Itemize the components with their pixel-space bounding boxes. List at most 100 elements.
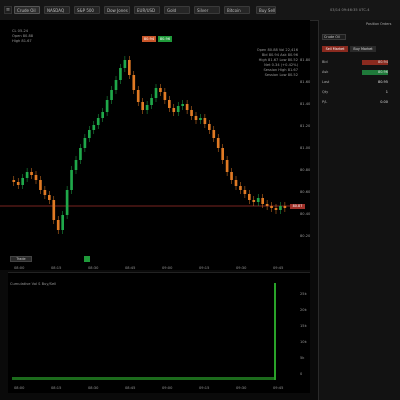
candle (265, 204, 269, 206)
indicator-axis-label: 25k (300, 292, 307, 296)
time-axis-label: 08:15 (51, 266, 62, 270)
sidebar-tab-orders[interactable]: Orders (380, 22, 394, 28)
candle (70, 170, 73, 190)
chart-info-1: Open 80.88 (12, 34, 34, 38)
indicator-time-label: 08:30 (88, 386, 99, 390)
candle (176, 106, 180, 112)
chart-right-info-2: High 81.67 Low 80.52 (258, 58, 298, 62)
sidebar-tab-position[interactable]: Position (366, 22, 379, 28)
tab-s-p-500[interactable]: S&P 500 (74, 6, 100, 14)
tab-crude-oil[interactable]: Crude Oil (14, 6, 40, 14)
candle (239, 186, 242, 190)
status-clock: 03/14 09:46:35 UTC-4 (330, 8, 370, 12)
candle (12, 180, 16, 182)
candle (225, 160, 229, 172)
buy-price-tag[interactable]: 80.96 (158, 36, 172, 42)
indicator-time-label: 08:45 (125, 386, 136, 390)
candle (172, 108, 176, 112)
indicator-axis-label: 20k (300, 308, 307, 312)
candle (163, 92, 167, 100)
time-axis-label: 09:00 (162, 266, 173, 270)
menu-icon[interactable]: ≡ (4, 6, 12, 14)
candle (74, 160, 78, 170)
indicator-time-label: 08:15 (51, 386, 62, 390)
sidebar-row-label: Ask (322, 70, 329, 74)
indicator-time-label: 09:00 (162, 386, 173, 390)
candle (168, 100, 171, 108)
buy-sell-tab[interactable]: Buy Sell (256, 6, 276, 14)
indicator-chart (12, 283, 276, 380)
candle (261, 198, 264, 204)
price-axis-label: 81.00 (300, 146, 311, 150)
time-axis-label: 09:30 (236, 266, 247, 270)
candle (21, 178, 24, 185)
chart-symbol: CL 05-24 (12, 29, 29, 33)
chart-right-info-1: Bid 80.94 Ask 80.96 (261, 53, 298, 57)
candle (283, 206, 287, 208)
current-price-tag: 80.87 (290, 204, 305, 209)
tab-nasdaq[interactable]: NASDAQ (44, 6, 70, 14)
candle (79, 148, 82, 160)
candle (203, 118, 207, 124)
time-axis-label: 08:30 (88, 266, 99, 270)
candle (181, 104, 184, 106)
sidebar-row-value: 80.94 (362, 60, 388, 65)
indicator-panel[interactable] (8, 272, 310, 393)
tab-gold[interactable]: Gold (164, 6, 190, 14)
indicator-baseline (12, 377, 276, 380)
candle (159, 88, 162, 92)
candle (128, 60, 131, 75)
time-axis-label: 08:00 (14, 266, 25, 270)
candle (208, 124, 211, 130)
indicator-spike (274, 283, 276, 380)
candle (216, 138, 220, 148)
tab-eur-usd[interactable]: EUR/USD (134, 6, 160, 14)
candle (92, 125, 96, 130)
price-axis-label: 80.60 (300, 190, 311, 194)
candle (270, 206, 273, 208)
candle (145, 105, 149, 110)
price-axis-label: 80.20 (300, 234, 311, 238)
price-axis-label: 81.20 (300, 124, 311, 128)
candle (141, 102, 144, 110)
play-icon[interactable] (84, 256, 90, 262)
candle (248, 194, 251, 200)
candle (194, 116, 198, 120)
candle (43, 190, 47, 195)
candle (279, 206, 282, 210)
time-axis-label: 09:45 (273, 266, 284, 270)
candle (221, 148, 224, 160)
candle (48, 195, 51, 200)
sidebar-row-value: 80.95 (377, 80, 388, 84)
indicator-time-label: 09:15 (199, 386, 210, 390)
candle (185, 104, 189, 110)
candle (83, 138, 87, 148)
candle (230, 172, 233, 180)
candle (34, 175, 38, 180)
candle (190, 110, 193, 116)
time-axis-label: 08:45 (125, 266, 136, 270)
chart-right-info-4: Session High 81.67 (263, 68, 298, 72)
chart-info-2: High 81.67 (12, 39, 32, 43)
sidebar-row-label: Bid (322, 60, 328, 64)
tab-silver[interactable]: Silver (194, 6, 220, 14)
price-axis-label: 81.40 (300, 102, 311, 106)
indicator-title: Cumulative Vol S Buy/Sell (10, 282, 57, 286)
candle (110, 90, 113, 100)
candle (101, 112, 104, 118)
sidebar-instrument-select[interactable]: Crude Oil (322, 34, 346, 40)
trade-button[interactable]: Trade (10, 256, 32, 262)
candle (212, 130, 216, 138)
chart-right-info-3: Net 0.34 (+0.42%) (264, 63, 298, 67)
sidebar-row-value: 0.00 (380, 100, 388, 104)
tab-dow-jones[interactable]: Dow Jones (104, 6, 130, 14)
sell-price-tag[interactable]: 80.94 (142, 36, 156, 42)
indicator-time-label: 09:45 (273, 386, 284, 390)
indicator-axis-label: 10k (300, 340, 307, 344)
chart-right-info-5: Session Low 80.52 (264, 73, 298, 77)
sell-market-button[interactable]: Sell Market (322, 46, 348, 52)
candle (274, 208, 278, 210)
time-axis-label: 09:15 (199, 266, 210, 270)
buy-market-button[interactable]: Buy Market (350, 46, 376, 52)
tab-bitcoin[interactable]: Bitcoin (224, 6, 250, 14)
